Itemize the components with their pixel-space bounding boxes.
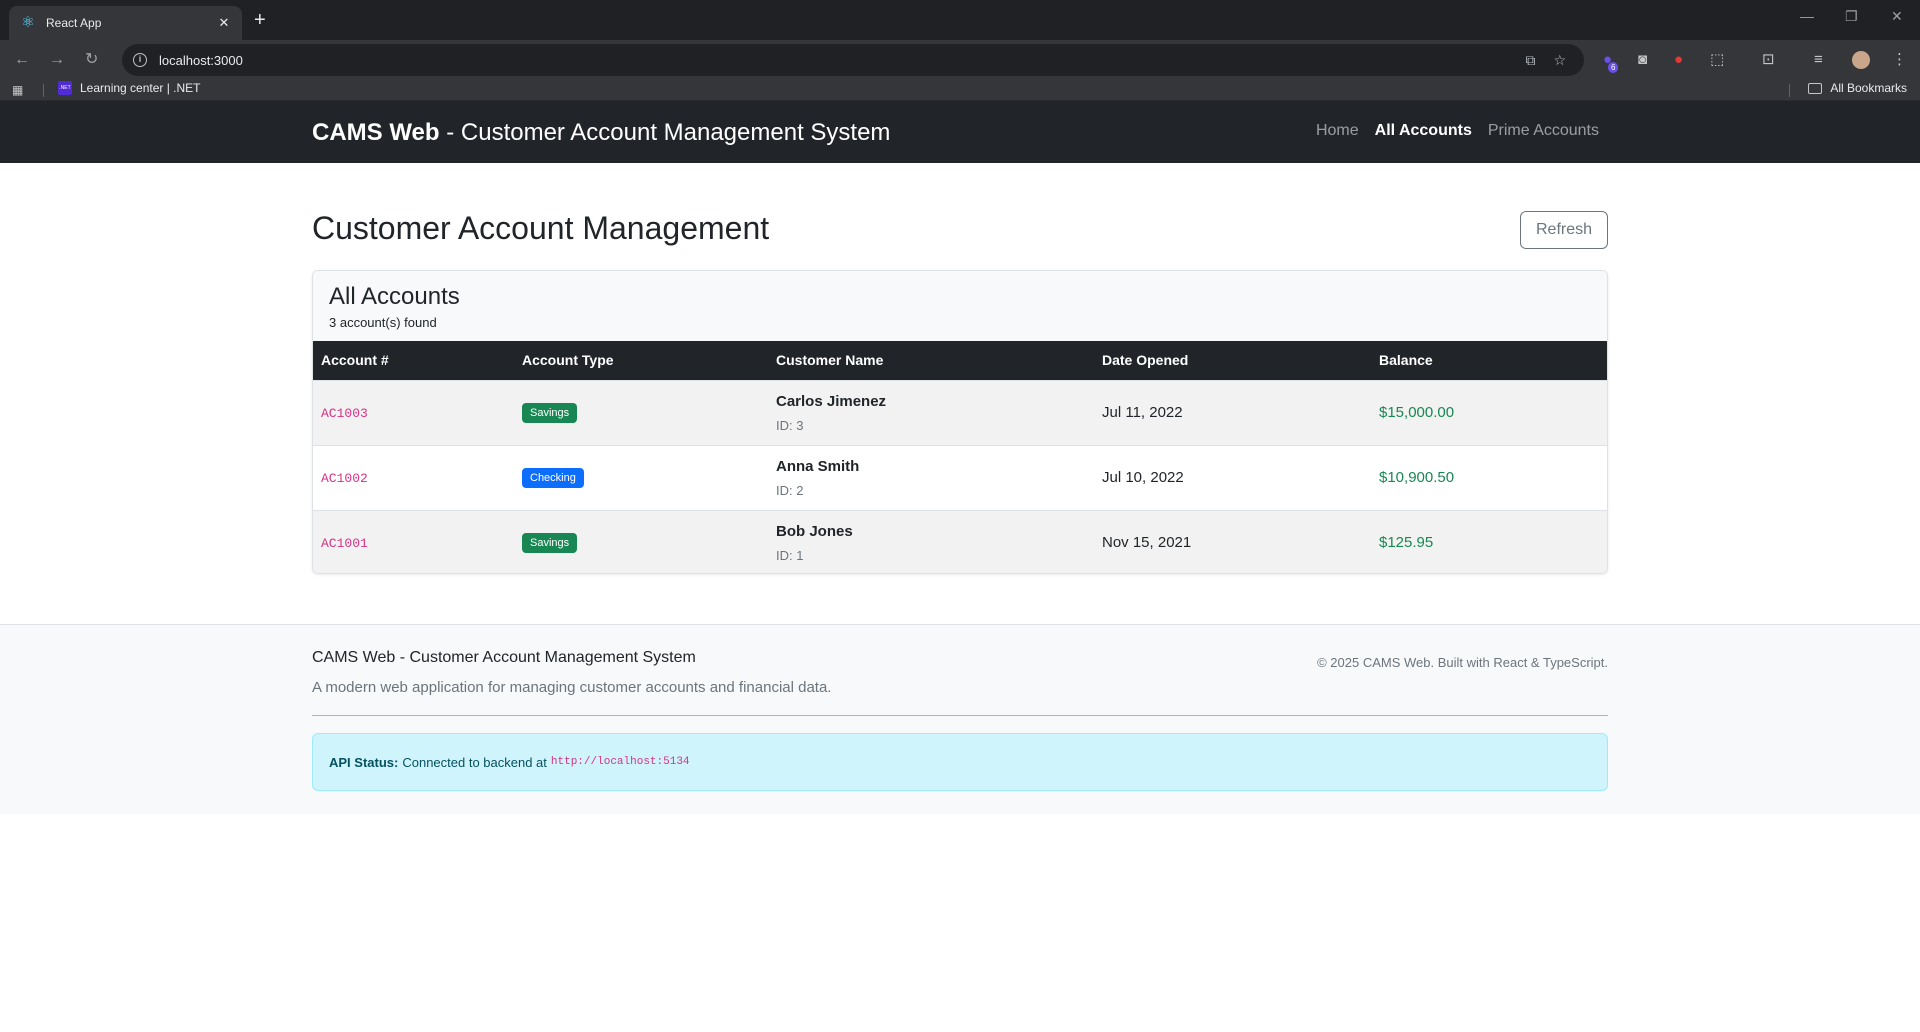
bookmark-label: Learning center | .NET <box>80 81 201 95</box>
api-status-alert: API Status: Connected to backend at http… <box>312 733 1608 791</box>
browser-toolbar: ← → ↻ i localhost:3000 ⧉ ☆ ● 6 ◙ ● ⬚ ⊡ ≡… <box>0 40 1920 80</box>
media-control-icon[interactable]: ≡ <box>1814 51 1823 69</box>
react-icon: ⚛ <box>21 14 35 31</box>
bookmark-divider <box>43 84 44 97</box>
footer-copyright: © 2025 CAMS Web. Built with React & Type… <box>1317 655 1608 670</box>
date-opened: Nov 15, 2021 <box>1102 534 1192 552</box>
card-title: All Accounts <box>329 283 460 310</box>
install-app-icon[interactable]: ⧉ <box>1525 52 1535 69</box>
account-number[interactable]: AC1001 <box>321 536 368 551</box>
folder-icon <box>1808 82 1823 94</box>
customer-id: ID: 3 <box>776 417 804 433</box>
extension-badge: 6 <box>1608 62 1619 73</box>
account-number[interactable]: AC1003 <box>321 406 368 421</box>
camera-icon[interactable]: ◙ <box>1638 51 1647 69</box>
brand[interactable]: CAMS Web - Customer Account Management S… <box>312 119 890 147</box>
refresh-button[interactable]: Refresh <box>1520 211 1608 249</box>
menu-kebab-icon[interactable]: ⋮ <box>1892 51 1907 69</box>
all-bookmarks-label: All Bookmarks <box>1830 81 1907 95</box>
table-row[interactable]: AC1003 Savings Carlos Jimenez ID: 3 Jul … <box>313 380 1607 445</box>
browser-tab[interactable]: ⚛ React App ✕ <box>9 6 242 40</box>
brand-name: CAMS Web <box>312 119 440 146</box>
table-row[interactable]: AC1002 Checking Anna Smith ID: 2 Jul 10,… <box>313 445 1607 510</box>
card-header: All Accounts 3 account(s) found <box>313 271 1607 341</box>
table-header-row: Account # Account Type Customer Name Dat… <box>313 341 1607 380</box>
date-opened: Jul 11, 2022 <box>1102 404 1183 421</box>
record-extension-icon[interactable]: ● <box>1674 51 1683 69</box>
customer-name: Carlos Jimenez <box>776 392 887 410</box>
app-navbar: CAMS Web - Customer Account Management S… <box>0 101 1920 163</box>
table-row[interactable]: AC1001 Savings Bob Jones ID: 1 Nov 15, 2… <box>313 510 1607 573</box>
api-status-text: Connected to backend at <box>402 754 547 770</box>
balance: $15,000.00 <box>1379 404 1455 421</box>
balance: $10,900.50 <box>1379 469 1455 486</box>
account-type-badge: Savings <box>522 402 578 423</box>
minimize-icon[interactable]: — <box>1800 8 1814 24</box>
nav-link-all-accounts[interactable]: All Accounts <box>1375 122 1472 140</box>
customer-name: Anna Smith <box>776 457 860 475</box>
all-bookmarks[interactable]: All Bookmarks <box>1808 81 1907 95</box>
tab-title: React App <box>46 16 102 30</box>
address-bar[interactable]: i localhost:3000 ⧉ ☆ <box>122 44 1584 76</box>
api-status-label: API Status: <box>329 754 399 770</box>
dotnet-icon: .NET <box>58 81 72 95</box>
customer-id: ID: 2 <box>776 482 804 498</box>
new-tab-icon[interactable]: + <box>254 10 266 30</box>
nav-links: Home All Accounts Prime Accounts <box>1316 122 1599 140</box>
footer-divider <box>312 715 1608 716</box>
page-title: Customer Account Management <box>312 210 770 246</box>
footer: CAMS Web - Customer Account Management S… <box>0 624 1920 814</box>
bookmark-learning-center[interactable]: .NET Learning center | .NET <box>58 81 201 95</box>
footer-title: CAMS Web - Customer Account Management S… <box>312 649 696 666</box>
account-number[interactable]: AC1002 <box>321 471 368 486</box>
bookmark-divider <box>1789 84 1790 97</box>
balance: $125.95 <box>1379 534 1434 552</box>
puzzle-icon[interactable]: ⬚ <box>1710 51 1724 69</box>
site-info-icon[interactable]: i <box>133 53 147 67</box>
brand-subtitle: - Customer Account Management System <box>439 119 891 146</box>
bookmarks-bar: ▦ .NET Learning center | .NET All Bookma… <box>0 80 1920 101</box>
forward-icon[interactable]: → <box>49 51 65 69</box>
restore-icon[interactable]: ❐ <box>1845 8 1858 25</box>
footer-description: A modern web application for managing cu… <box>312 679 832 696</box>
column-header-balance[interactable]: Balance <box>1371 341 1607 380</box>
column-header-customer[interactable]: Customer Name <box>768 341 1094 380</box>
apps-grid-icon[interactable]: ▦ <box>12 83 23 97</box>
back-icon[interactable]: ← <box>14 51 30 69</box>
accounts-card: All Accounts 3 account(s) found Account … <box>312 270 1608 574</box>
tab-search-icon[interactable]: ⊡ <box>1762 51 1775 69</box>
account-type-badge: Checking <box>522 467 584 488</box>
close-icon[interactable]: ✕ <box>216 15 232 31</box>
window-close-icon[interactable]: ✕ <box>1891 8 1903 25</box>
url-text[interactable]: localhost:3000 <box>159 53 1525 68</box>
nav-link-prime-accounts[interactable]: Prime Accounts <box>1488 122 1599 140</box>
column-header-date[interactable]: Date Opened <box>1094 341 1371 380</box>
api-url: http://localhost:5134 <box>550 756 690 768</box>
accounts-table: Account # Account Type Customer Name Dat… <box>313 341 1607 573</box>
column-header-type[interactable]: Account Type <box>514 341 768 380</box>
browser-tabbar: ⚛ React App ✕ + — ❐ ✕ <box>0 0 1920 40</box>
account-count: 3 account(s) found <box>329 315 437 330</box>
bookmark-star-icon[interactable]: ☆ <box>1553 52 1566 69</box>
column-header-account[interactable]: Account # <box>313 341 514 380</box>
date-opened: Jul 10, 2022 <box>1102 469 1184 486</box>
customer-id: ID: 1 <box>776 547 804 563</box>
account-type-badge: Savings <box>522 532 578 553</box>
reload-icon[interactable]: ↻ <box>85 51 98 69</box>
nav-link-home[interactable]: Home <box>1316 122 1359 140</box>
profile-avatar[interactable] <box>1852 51 1870 69</box>
customer-name: Bob Jones <box>776 522 853 540</box>
